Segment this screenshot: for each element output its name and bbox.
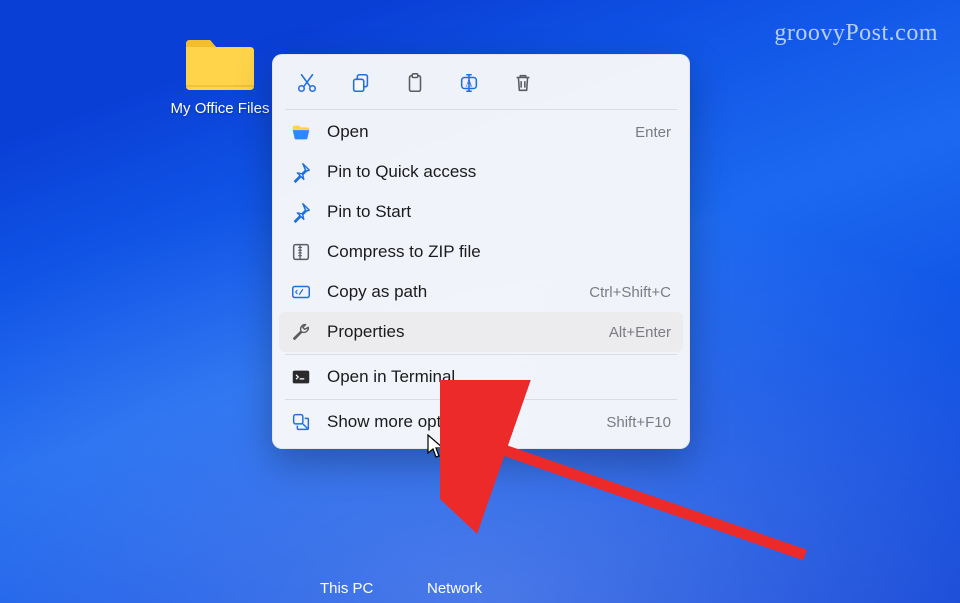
desktop-label-network[interactable]: Network <box>427 580 482 597</box>
menu-item-label: Pin to Start <box>327 202 657 222</box>
menu-item-label: Pin to Quick access <box>327 162 657 182</box>
menu-item-pin-start[interactable]: Pin to Start <box>279 192 683 232</box>
menu-item-label: Open in Terminal <box>327 367 657 387</box>
menu-item-compress-zip[interactable]: Compress to ZIP file <box>279 232 683 272</box>
folder-open-icon <box>289 120 313 144</box>
rename-icon: A <box>458 72 480 94</box>
menu-item-show-more-options[interactable]: Show more options Shift+F10 <box>279 402 683 442</box>
cut-button[interactable] <box>293 69 321 97</box>
pin-icon <box>289 160 313 184</box>
folder-icon <box>183 34 257 94</box>
more-options-icon <box>289 410 313 434</box>
cursor-icon <box>427 434 447 460</box>
menu-item-copy-as-path[interactable]: Copy as path Ctrl+Shift+C <box>279 272 683 312</box>
menu-item-label: Compress to ZIP file <box>327 242 657 262</box>
copy-button[interactable] <box>347 69 375 97</box>
scissors-icon <box>296 72 318 94</box>
rename-button[interactable]: A <box>455 69 483 97</box>
menu-item-shortcut: Enter <box>635 124 671 141</box>
copy-icon <box>350 72 372 94</box>
context-menu-toolbar: A <box>279 63 683 107</box>
delete-button[interactable] <box>509 69 537 97</box>
menu-item-properties[interactable]: Properties Alt+Enter <box>279 312 683 352</box>
menu-item-shortcut: Shift+F10 <box>606 414 671 431</box>
menu-item-open[interactable]: Open Enter <box>279 112 683 152</box>
menu-item-shortcut: Ctrl+Shift+C <box>589 284 671 301</box>
desktop-background[interactable]: groovyPost.com My Office Files <box>0 0 960 603</box>
menu-item-label: Copy as path <box>327 282 575 302</box>
menu-item-label: Show more options <box>327 412 592 432</box>
pin-icon <box>289 200 313 224</box>
menu-separator <box>285 109 677 110</box>
context-menu: A Open Enter Pin <box>272 54 690 449</box>
zip-icon <box>289 240 313 264</box>
copy-path-icon <box>289 280 313 304</box>
menu-item-label: Open <box>327 122 621 142</box>
paste-button[interactable] <box>401 69 429 97</box>
desktop-icon-label: My Office Files <box>165 100 275 119</box>
clipboard-icon <box>404 72 426 94</box>
menu-separator <box>285 399 677 400</box>
menu-item-label: Properties <box>327 322 595 342</box>
terminal-icon <box>289 365 313 389</box>
menu-item-shortcut: Alt+Enter <box>609 324 671 341</box>
menu-separator <box>285 354 677 355</box>
desktop-label-this-pc[interactable]: This PC <box>320 580 373 597</box>
wrench-icon <box>289 320 313 344</box>
menu-item-open-terminal[interactable]: Open in Terminal <box>279 357 683 397</box>
watermark-text: groovyPost.com <box>774 20 938 47</box>
desktop-folder-my-office-files[interactable]: My Office Files <box>165 34 275 119</box>
trash-icon <box>512 72 534 94</box>
menu-item-pin-quick-access[interactable]: Pin to Quick access <box>279 152 683 192</box>
